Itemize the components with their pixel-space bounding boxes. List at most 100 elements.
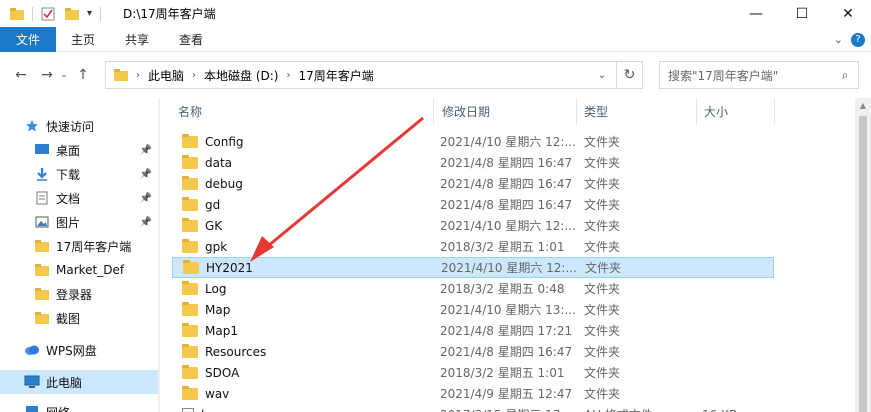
file-type: 文件夹 xyxy=(584,282,621,296)
file-row[interactable]: wav 2021/4/9 星期五 12:47 文件夹 xyxy=(172,383,774,404)
document-icon xyxy=(34,191,50,205)
file-date: 2017/3/15 星期三 17:... xyxy=(440,406,576,412)
qa-dropdown-icon[interactable]: ▾ xyxy=(87,8,92,19)
search-box[interactable]: 搜索"17周年客户端" ⌕ xyxy=(659,61,859,89)
file-name-cell: Resources xyxy=(182,343,266,359)
file-date: 2021/4/8 星期四 16:47 xyxy=(440,198,573,212)
ribbon-expand-icon[interactable]: ⌄ xyxy=(834,33,843,46)
address-dropdown-icon[interactable]: ⌄ xyxy=(592,62,612,88)
close-button[interactable]: ✕ xyxy=(825,0,871,27)
navigation-pane: 快速访问桌面 📌 下载 📌 文档 📌 图片 📌 17周年客户端 Market_Def 登录器截图 WP… xyxy=(0,98,160,412)
nav-item[interactable]: 截图 xyxy=(0,306,158,330)
tab-home[interactable]: 主页 xyxy=(56,27,110,52)
nav-item-label: 登录器 xyxy=(56,287,93,302)
back-arrow-icon[interactable]: ← xyxy=(10,67,32,83)
file-type: 文件夹 xyxy=(584,303,621,317)
file-row[interactable]: Log 2018/3/2 星期五 0:48 文件夹 xyxy=(172,278,774,299)
nav-pane-scrollbar[interactable] xyxy=(158,98,160,412)
pin-icon[interactable]: 📌 xyxy=(140,169,152,180)
column-name[interactable]: 名称 xyxy=(170,98,432,124)
chevron-right-icon[interactable]: › xyxy=(136,70,140,81)
chevron-right-icon[interactable]: › xyxy=(286,70,290,81)
file-row[interactable]: data 2021/4/8 星期四 16:47 文件夹 xyxy=(172,152,774,173)
file-row[interactable]: Config 2021/4/10 星期六 12:... 文件夹 xyxy=(172,131,774,152)
address-bar[interactable]: › 此电脑 › 本地磁盘 (D:) › 17周年客户端 ⌄ ↻ xyxy=(105,61,643,89)
search-icon[interactable]: ⌕ xyxy=(832,68,858,83)
forward-arrow-icon[interactable]: → xyxy=(36,67,58,83)
file-name: SDOA xyxy=(205,365,240,380)
column-type[interactable]: 类型 xyxy=(576,98,696,124)
nav-item[interactable]: 文档 📌 xyxy=(0,186,158,210)
properties-icon[interactable] xyxy=(41,7,55,21)
nav-item[interactable]: 登录器 xyxy=(0,282,158,306)
file-type: 文件夹 xyxy=(584,135,621,149)
file-row[interactable]: debug 2021/4/8 星期四 16:47 文件夹 xyxy=(172,173,774,194)
file-date: 2021/4/10 星期六 12:... xyxy=(441,261,577,275)
breadcrumb-local-disk[interactable]: 本地磁盘 (D:) xyxy=(204,67,278,84)
navigation-bar: ← → ⌄ ↑ › 此电脑 › 本地磁盘 (D:) › 17周年客户端 ⌄ ↻ … xyxy=(0,52,871,98)
column-divider[interactable] xyxy=(774,98,775,124)
file-date: 2021/4/9 星期五 12:47 xyxy=(440,387,573,401)
help-icon[interactable]: ? xyxy=(851,32,865,47)
file-row[interactable]: Map1 2021/4/8 星期四 17:21 文件夹 xyxy=(172,320,774,341)
scrollbar-thumb[interactable] xyxy=(859,116,867,412)
chevron-right-icon[interactable]: › xyxy=(192,70,196,81)
file-type: AU 格式文件 xyxy=(584,406,653,412)
nav-item-label: 快速访问 xyxy=(46,119,95,134)
tab-view[interactable]: 查看 xyxy=(164,27,218,52)
pin-icon[interactable]: 📌 xyxy=(140,145,152,156)
file-date: 2018/3/2 星期五 0:48 xyxy=(440,282,565,296)
file-row[interactable]: GK 2021/4/10 星期六 12:... 文件夹 xyxy=(172,215,774,236)
file-row[interactable]: HY2021 2021/4/10 星期六 12:... 文件夹 xyxy=(172,257,774,278)
recent-dropdown-icon[interactable]: ⌄ xyxy=(58,70,70,80)
picture-icon xyxy=(34,215,50,229)
file-row[interactable]: l 2017/3/15 星期三 17:... AU 格式文件 16 KB xyxy=(172,404,774,412)
pin-icon[interactable]: 📌 xyxy=(140,217,152,228)
search-placeholder: 搜索"17周年客户端" xyxy=(668,68,779,83)
quick-access-toolbar: ▾ xyxy=(0,0,109,27)
tab-share[interactable]: 共享 xyxy=(110,27,164,52)
nav-item[interactable]: 17周年客户端 xyxy=(0,234,158,258)
scroll-up-icon[interactable]: ▲ xyxy=(855,98,871,114)
nav-item-label: 此电脑 xyxy=(46,375,83,390)
breadcrumb-this-pc[interactable]: 此电脑 xyxy=(148,67,184,84)
nav-item[interactable]: WPS网盘 xyxy=(0,338,158,362)
minimize-button[interactable]: — xyxy=(733,0,779,27)
maximize-button[interactable]: ☐ xyxy=(779,0,825,27)
file-row[interactable]: gpk 2018/3/2 星期五 1:01 文件夹 xyxy=(172,236,774,257)
title-bar: ▾ D:\17周年客户端 — ☐ ✕ xyxy=(0,0,871,27)
nav-item[interactable]: Market_Def xyxy=(0,258,158,282)
file-size: 16 KB xyxy=(702,408,737,412)
file-name: data xyxy=(205,155,233,170)
file-name: wav xyxy=(205,386,230,401)
file-row[interactable]: gd 2021/4/8 星期四 16:47 文件夹 xyxy=(172,194,774,215)
nav-item[interactable]: 桌面 📌 xyxy=(0,138,158,162)
nav-item[interactable]: 快速访问 xyxy=(0,114,158,138)
vertical-scrollbar[interactable]: ▲ xyxy=(855,98,871,412)
file-name: Map1 xyxy=(205,323,238,338)
file-type: 文件夹 xyxy=(584,219,621,233)
breadcrumb-current-folder[interactable]: 17周年客户端 xyxy=(298,67,373,84)
file-row[interactable]: Resources 2021/4/8 星期四 16:47 文件夹 xyxy=(172,341,774,362)
nav-item[interactable]: 此电脑 xyxy=(0,370,158,394)
file-name-cell: SDOA xyxy=(182,364,240,380)
nav-item[interactable]: 下载 📌 xyxy=(0,162,158,186)
folder-icon xyxy=(182,322,198,337)
new-folder-icon[interactable] xyxy=(65,7,79,20)
file-type: 文件夹 xyxy=(584,177,621,191)
nav-item[interactable]: 网络 xyxy=(0,400,158,412)
refresh-icon[interactable]: ↻ xyxy=(616,62,642,88)
up-arrow-icon[interactable]: ↑ xyxy=(72,67,94,83)
nav-item[interactable]: 图片 📌 xyxy=(0,210,158,234)
star-icon xyxy=(24,119,40,133)
column-date[interactable]: 修改日期 xyxy=(434,98,576,124)
file-date: 2021/4/8 星期四 16:47 xyxy=(440,156,573,170)
file-row[interactable]: Map 2021/4/10 星期六 13:... 文件夹 xyxy=(172,299,774,320)
pin-icon[interactable]: 📌 xyxy=(140,193,152,204)
folder-icon xyxy=(182,385,198,400)
file-type: 文件夹 xyxy=(584,198,621,212)
folder-icon xyxy=(182,343,198,358)
column-size[interactable]: 大小 xyxy=(696,98,774,124)
file-row[interactable]: SDOA 2018/3/2 星期五 1:01 文件夹 xyxy=(172,362,774,383)
tab-file[interactable]: 文件 xyxy=(0,26,57,52)
